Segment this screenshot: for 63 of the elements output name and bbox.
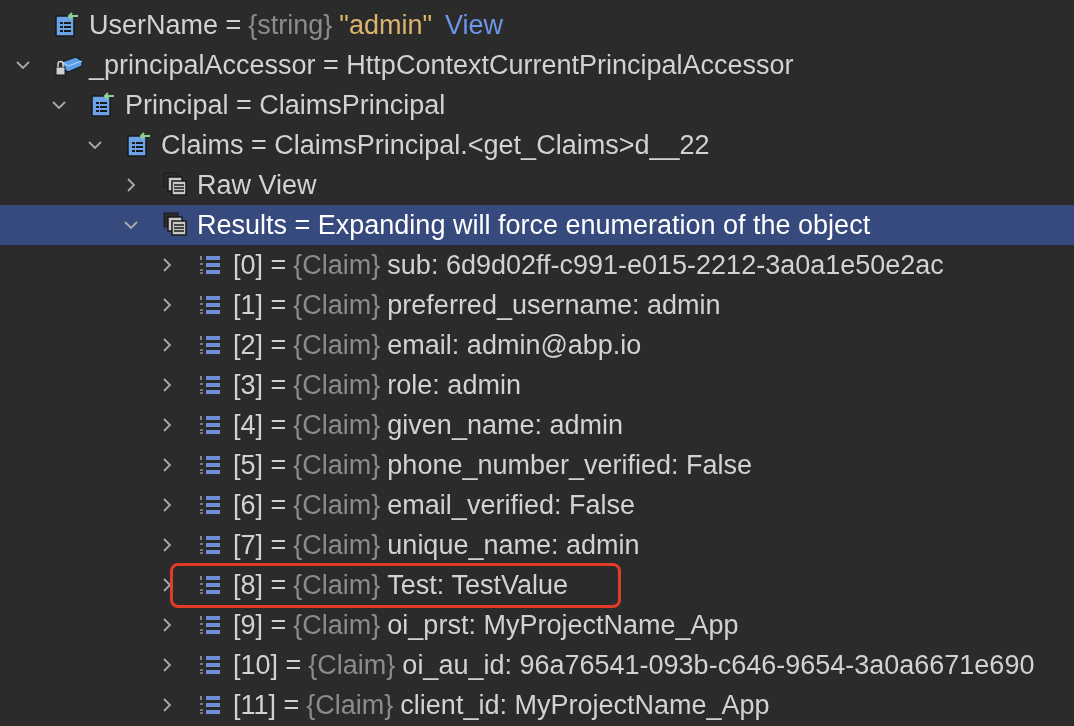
variable-label: [1] =: [233, 289, 287, 321]
numbered-list-icon: [198, 533, 222, 557]
type-label: {Claim}: [293, 329, 381, 361]
variable-label: Results = Expanding will force enumeration of the object: [197, 209, 871, 241]
variable-label: Claims = ClaimsPrincipal.<get_Claims>d__22: [161, 129, 710, 161]
variable-value: "admin": [339, 9, 433, 41]
variable-label: [6] =: [233, 489, 287, 521]
type-label: {Claim}: [293, 529, 381, 561]
variable-label: Raw View: [197, 169, 317, 201]
numbered-list-icon: [198, 453, 222, 477]
variable-value: preferred_username: admin: [387, 289, 721, 321]
type-label: {Claim}: [306, 689, 394, 721]
variable-value: role: admin: [387, 369, 521, 401]
variable-label: [9] =: [233, 609, 287, 641]
variable-label: [10] =: [233, 649, 302, 681]
variable-label: [8] =: [233, 569, 287, 601]
type-label: {Claim}: [293, 609, 381, 641]
numbered-list-icon: [198, 253, 222, 277]
variable-label: [4] =: [233, 409, 287, 441]
variable-value: email: admin@abp.io: [387, 329, 642, 361]
variable-value: sub: 6d9d02ff-c991-e015-2212-3a0a1e50e2ac: [387, 249, 944, 281]
numbered-list-icon: [198, 693, 222, 717]
variable-value: client_id: MyProjectName_App: [400, 689, 770, 721]
numbered-list-icon: [198, 333, 222, 357]
variable-value: Test: TestValue: [387, 569, 568, 601]
variable-value: oi_prst: MyProjectName_App: [387, 609, 739, 641]
variable-value: unique_name: admin: [387, 529, 640, 561]
type-label: {Claim}: [293, 409, 381, 441]
variable-label: Principal = ClaimsPrincipal: [125, 89, 446, 121]
type-label: {Claim}: [293, 289, 381, 321]
field-icon: [90, 92, 116, 118]
variable-value: email_verified: False: [387, 489, 635, 521]
numbered-list-icon: [198, 373, 222, 397]
stacked-pages-icon: [162, 171, 190, 199]
variable-label: UserName =: [89, 9, 242, 41]
type-label: {Claim}: [308, 649, 396, 681]
view-link[interactable]: View: [445, 9, 504, 41]
type-label: {string}: [248, 9, 333, 41]
type-label: {Claim}: [293, 249, 381, 281]
type-label: {Claim}: [293, 489, 381, 521]
type-label: {Claim}: [293, 369, 381, 401]
variable-label: [11] =: [233, 689, 300, 721]
numbered-list-icon: [198, 573, 222, 597]
stacked-pages-icon: [162, 211, 190, 239]
variable-label: _principalAccessor = HttpContextCurrentPrincipalAccessor: [89, 49, 794, 81]
variable-label: [2] =: [233, 329, 287, 361]
type-label: {Claim}: [293, 449, 381, 481]
numbered-list-icon: [198, 613, 222, 637]
numbered-list-icon: [198, 653, 222, 677]
variable-value: given_name: admin: [387, 409, 623, 441]
type-label: {Claim}: [293, 569, 381, 601]
selected-tree-row[interactable]: Results = Expanding will force enumeration of the object: [0, 205, 1074, 245]
variable-value: oi_au_id: 96a76541-093b-c646-9654-3a0a6671e690: [402, 649, 1035, 681]
variable-label: [0] =: [233, 249, 287, 281]
field-icon: [126, 132, 152, 158]
numbered-list-icon: [198, 293, 222, 317]
numbered-list-icon: [198, 493, 222, 517]
variable-label: [3] =: [233, 369, 287, 401]
field-icon: [54, 12, 80, 38]
numbered-list-icon: [198, 413, 222, 437]
variable-value: phone_number_verified: False: [387, 449, 753, 481]
variable-label: [5] =: [233, 449, 287, 481]
variable-label: [7] =: [233, 529, 287, 561]
